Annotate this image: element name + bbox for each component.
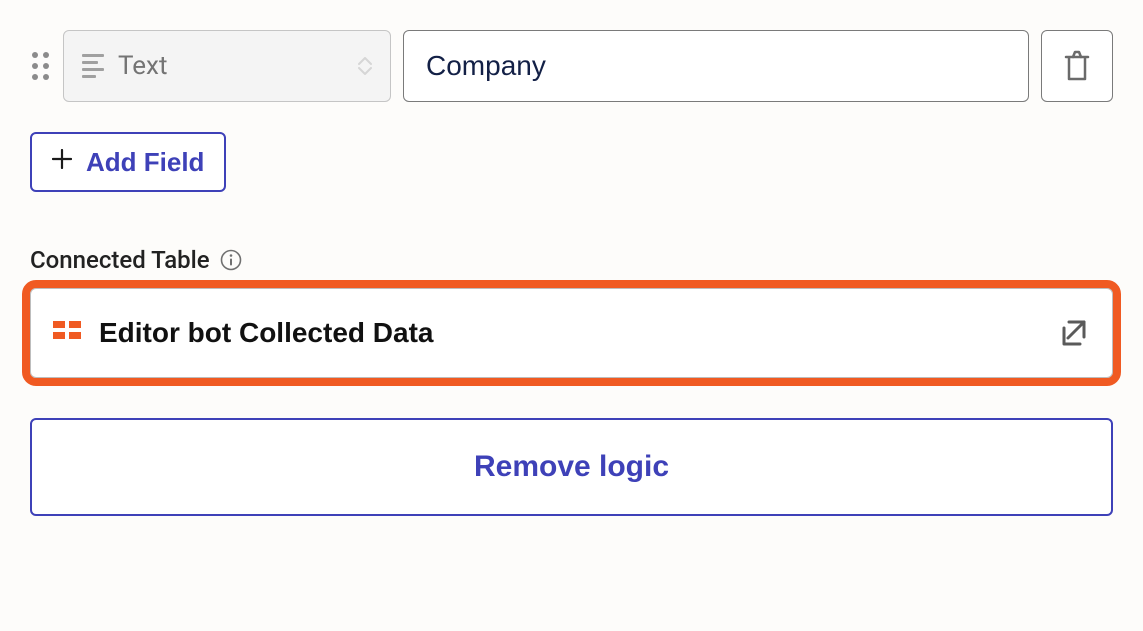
connected-table-name: Editor bot Collected Data bbox=[99, 317, 1040, 349]
delete-field-button[interactable] bbox=[1041, 30, 1113, 102]
connected-table-button[interactable]: Editor bot Collected Data bbox=[30, 288, 1113, 378]
plus-icon bbox=[52, 149, 72, 175]
field-type-select[interactable]: Text bbox=[63, 30, 391, 102]
open-external-icon bbox=[1058, 316, 1090, 351]
drag-handle-icon[interactable] bbox=[30, 50, 51, 82]
remove-logic-label: Remove logic bbox=[474, 450, 669, 483]
trash-icon bbox=[1062, 50, 1092, 82]
chevron-up-down-icon bbox=[358, 57, 372, 75]
remove-logic-button[interactable]: Remove logic bbox=[30, 418, 1113, 516]
add-field-button[interactable]: Add Field bbox=[30, 132, 226, 192]
field-row: Text bbox=[30, 30, 1113, 102]
connected-table-header: Connected Table bbox=[30, 246, 1113, 274]
connected-table-label: Connected Table bbox=[30, 246, 210, 274]
text-type-icon bbox=[82, 54, 104, 78]
add-field-label: Add Field bbox=[86, 147, 204, 178]
table-icon bbox=[53, 319, 81, 347]
field-type-label: Text bbox=[118, 51, 344, 81]
field-name-input[interactable] bbox=[403, 30, 1029, 102]
info-icon[interactable] bbox=[220, 249, 242, 271]
